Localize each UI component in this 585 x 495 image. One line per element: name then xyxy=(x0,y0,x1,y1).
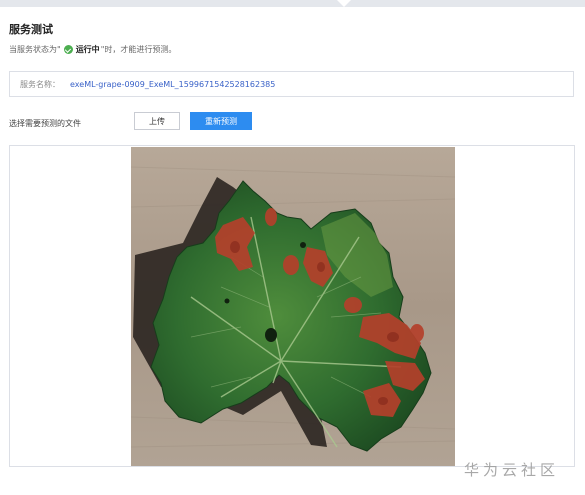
top-strip xyxy=(0,0,585,7)
status-suffix: "时，才能进行预测。 xyxy=(100,45,177,54)
watermark: 华为云社区 xyxy=(464,461,560,479)
leaf-image xyxy=(131,147,455,466)
check-circle-icon xyxy=(63,45,73,54)
top-notch xyxy=(337,0,351,7)
upload-button[interactable]: 上传 xyxy=(134,112,180,130)
service-name-field: 服务名称： exeML-grape-0909_ExeML_15996715425… xyxy=(9,71,574,97)
repredict-button[interactable]: 重新预测 xyxy=(190,112,252,130)
service-name-label: 服务名称： xyxy=(20,79,60,89)
image-preview-panel xyxy=(9,145,575,467)
status-prefix: 当服务状态为" xyxy=(9,45,61,54)
service-name-value: exeML-grape-0909_ExeML_15996715425281623… xyxy=(70,79,276,89)
file-select-label: 选择需要预测的文件 xyxy=(9,119,81,128)
page-title: 服务测试 xyxy=(9,23,53,36)
status-state: 运行中 xyxy=(75,45,100,54)
status-hint: 当服务状态为" 运行中 "时，才能进行预测。 xyxy=(9,44,176,55)
